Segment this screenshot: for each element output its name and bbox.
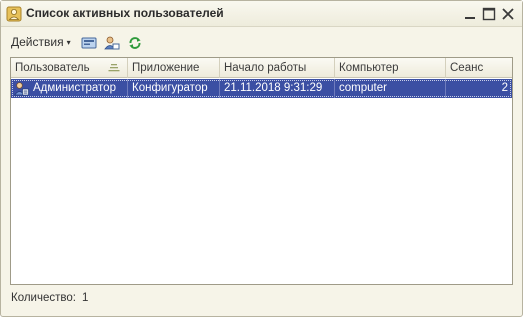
refresh-icon[interactable] [127,35,143,51]
table-row[interactable]: Администратор Конфигуратор 21.11.2018 9:… [11,79,512,98]
cell-user: Администратор [11,79,128,98]
cell-start-time: 21.11.2018 9:31:29 [220,79,335,98]
column-header-label: Сеанс [450,62,484,74]
user-name: Администратор [33,82,116,94]
cell-session: 2 [446,79,512,98]
minimize-icon[interactable] [463,7,477,21]
user-icon [14,82,29,96]
end-session-icon[interactable] [81,35,97,51]
toolbar: Действия ▾ [1,29,522,55]
users-app-icon [6,6,22,22]
column-header-label: Начало работы [224,62,307,74]
column-header-label: Пользователь [15,62,90,74]
start-time: 21.11.2018 9:31:29 [224,82,323,94]
actions-menu-button[interactable]: Действия ▾ [11,35,71,49]
column-header-label: Компьютер [339,62,399,74]
title-bar: Список активных пользователей [1,1,522,27]
count-label: Количество: [11,292,76,304]
maximize-icon[interactable] [482,7,496,21]
table-header: Пользователь Приложение Начало работы Ко… [11,58,512,78]
users-table[interactable]: Пользователь Приложение Начало работы Ко… [10,57,513,285]
column-header-session[interactable]: Сеанс [446,58,512,78]
active-users-window: Список активных пользователей Действия▾ [0,0,523,317]
chevron-down-icon: ▾ [66,38,71,47]
close-icon[interactable] [501,7,515,21]
status-footer: Количество: 1 [11,292,88,304]
actions-label: Действия [11,35,64,49]
column-header-start-time[interactable]: Начало работы [220,58,335,78]
count-value: 1 [81,292,89,304]
user-details-icon[interactable] [104,35,120,51]
cell-application: Конфигуратор [128,79,220,98]
computer-name: computer [339,82,387,94]
application-name: Конфигуратор [132,82,208,94]
column-header-label: Приложение [132,62,200,74]
window-title: Список активных пользователей [26,6,224,20]
cell-computer: computer [335,79,446,98]
column-header-computer[interactable]: Компьютер [335,58,446,78]
session-number: 2 [501,82,508,94]
column-header-application[interactable]: Приложение [128,58,220,78]
sort-icon[interactable] [108,63,120,73]
